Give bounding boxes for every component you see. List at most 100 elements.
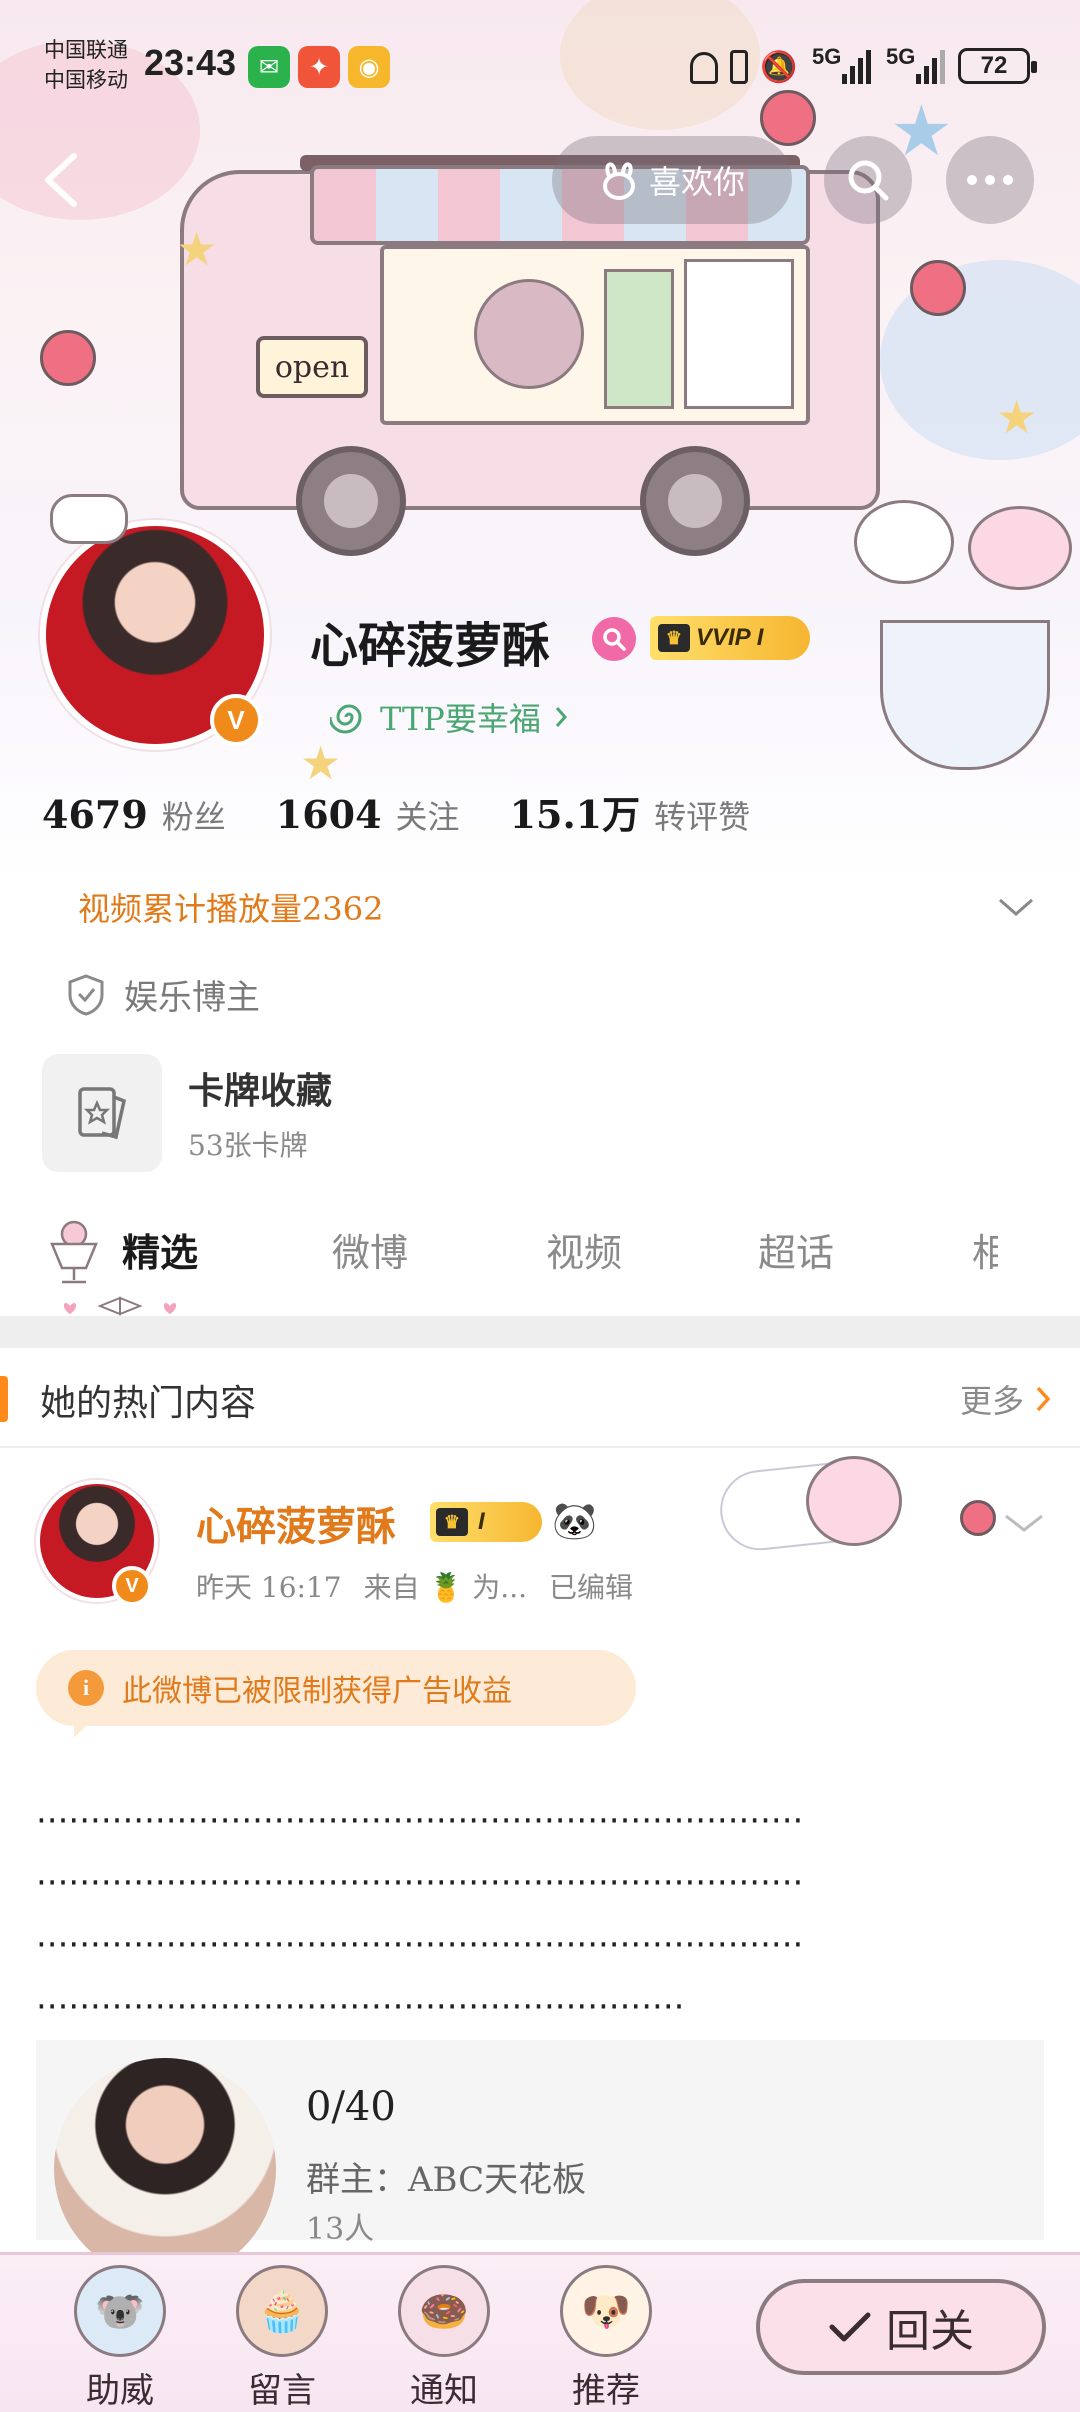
star-icon: ★ (176, 222, 218, 276)
wechat-icon: ✉ (248, 46, 290, 88)
cherry-icon (910, 260, 966, 316)
cheer-button[interactable]: 🐨 助威 (50, 2265, 190, 2412)
info-icon: i (68, 1670, 104, 1706)
vvip-label: VVIP (696, 624, 751, 651)
stat-label: 转评赞 (654, 798, 751, 836)
profile-tabs: 精选 微博 视频 超话 相 (0, 1200, 1080, 1316)
cherry-icon (40, 330, 96, 386)
more-options-button[interactable] (946, 136, 1034, 224)
message-icon: 🧁 (236, 2265, 328, 2357)
battery-indicator: 72 (958, 48, 1037, 84)
creator-tag-label: 娱乐博主 (124, 978, 260, 1018)
ad-restriction-text: 此微博已被限制获得广告收益 (122, 1674, 512, 1709)
section-divider (0, 1316, 1080, 1348)
app-notification-icon: ✦ (298, 46, 340, 88)
notify-icon: 🍩 (398, 2265, 490, 2357)
crown-icon: ♛ (658, 624, 690, 652)
tab-album[interactable]: 相 (972, 1222, 998, 1277)
stat-value: 4679 (42, 792, 148, 837)
more-label: 更多 (959, 1382, 1024, 1420)
hot-content-title: 她的热门内容 (40, 1383, 257, 1424)
message-label: 留言 (248, 2371, 316, 2411)
group-avatar (54, 2058, 276, 2280)
star-icon: ★ (996, 390, 1038, 444)
ttp-label: TTP要幸福 (380, 700, 541, 738)
vvip-level: I (756, 624, 764, 651)
creator-tag[interactable]: 娱乐博主 (66, 970, 260, 1019)
tab-weibo[interactable]: 微博 (332, 1222, 408, 1277)
pig-sticker (968, 506, 1072, 590)
profile-stats: 4679 粉丝 1604 关注 15.1万 转评赞 (42, 784, 800, 839)
verified-badge: V (210, 694, 262, 746)
stat-value: 15.1万 (509, 792, 641, 837)
message-button[interactable]: 🧁 留言 (212, 2265, 352, 2412)
section-accent-bar (0, 1376, 8, 1422)
member-level-badge[interactable]: ♛ I (430, 1502, 542, 1542)
card-collection-title[interactable]: 卡牌收藏 (188, 1062, 332, 1114)
recommend-label: 推荐 (572, 2371, 640, 2411)
stat-following[interactable]: 1604 关注 (276, 792, 460, 838)
post-body[interactable]: ········································… (36, 1790, 1046, 2038)
card-collection-icon[interactable] (42, 1054, 162, 1172)
pig-cat-sticker (854, 500, 954, 584)
stat-label: 关注 (395, 798, 460, 836)
pineapple-icon: 🍍 (428, 1571, 464, 1604)
post-author-name[interactable]: 心碎菠萝酥 (196, 1494, 396, 1552)
checkmark-icon (829, 2312, 871, 2342)
post-body-line: ········································… (36, 1801, 804, 1841)
ttp-link[interactable]: TTP要幸福 (330, 694, 569, 740)
carrier-1: 中国联通 (44, 39, 128, 62)
tab-featured[interactable]: 精选 (122, 1222, 198, 1277)
ad-restriction-notice: i 此微博已被限制获得广告收益 (36, 1650, 636, 1738)
stat-followers[interactable]: 4679 粉丝 (42, 792, 226, 838)
vvip-badge[interactable]: ♛ VVIP I (650, 616, 810, 660)
group-member-count: 13人 (306, 2212, 375, 2247)
cheer-label: 助威 (86, 2371, 154, 2411)
notify-label: 通知 (410, 2371, 478, 2411)
tab-super-topic[interactable]: 超话 (758, 1222, 834, 1277)
star-icon: ★ (300, 736, 342, 790)
search-icon (603, 628, 626, 651)
search-content-button[interactable] (592, 617, 636, 661)
tab-video[interactable]: 视频 (546, 1222, 622, 1277)
more-button[interactable]: 更多 (960, 1376, 1052, 1422)
clock: 23:43 (144, 42, 237, 83)
signal-bars-2 (916, 50, 945, 84)
group-owner: 群主：ABC天花板 (306, 2160, 587, 2200)
menu-board (684, 259, 794, 409)
wheel-right (640, 446, 750, 556)
signal-label-1: 5G (812, 44, 842, 69)
notify-button[interactable]: 🍩 通知 (374, 2265, 514, 2412)
post-source[interactable]: 来自 🍍 为... (364, 1566, 527, 1606)
post-meta: 昨天 16:17 来自 🍍 为... 已编辑 (196, 1566, 633, 1606)
bunny-like-icon (602, 162, 635, 200)
chevron-left-icon (45, 153, 77, 207)
follow-back-label: 回关 (886, 2306, 974, 2357)
status-bar: 中国联通 中国移动 23:43 ✉ ✦ ◉ 🔕 5G 5G 72 (0, 0, 1080, 130)
follow-back-button[interactable]: 回关 (756, 2279, 1046, 2375)
crown-icon: ♛ (436, 1508, 468, 1536)
member-level: I (478, 1508, 485, 1535)
cheer-icon: 🐨 (74, 2265, 166, 2357)
vibrate-icon (730, 50, 748, 84)
group-chat-card[interactable]: 0/40 群主：ABC天花板 13人 (36, 2040, 1044, 2280)
post-time: 昨天 16:17 (196, 1571, 342, 1604)
like-you-button[interactable]: 喜欢你 (552, 136, 792, 224)
bottom-action-bar: 🐨 助威 🧁 留言 🍩 通知 🐶 推荐 回关 (0, 2252, 1080, 2412)
fridge-illustration (604, 269, 674, 409)
card-star-icon (78, 1087, 127, 1140)
recommend-button[interactable]: 🐶 推荐 (536, 2265, 676, 2412)
profile-username: 心碎菠萝酥 (310, 618, 551, 674)
chevron-down-icon[interactable] (996, 892, 1036, 922)
group-capacity: 0/40 (306, 2084, 396, 2130)
source-prefix: 来自 (363, 1571, 420, 1604)
stat-interactions[interactable]: 15.1万 转评赞 (510, 784, 751, 839)
carrier-2: 中国移动 (44, 69, 128, 92)
chevron-down-icon[interactable] (1002, 1508, 1046, 1538)
back-button[interactable] (30, 150, 90, 210)
weibo-icon: ◉ (348, 46, 390, 88)
search-button[interactable] (824, 136, 912, 224)
headphone-icon (690, 52, 718, 84)
more-dots-icon (967, 175, 1013, 185)
edited-label: 已编辑 (549, 1571, 634, 1604)
